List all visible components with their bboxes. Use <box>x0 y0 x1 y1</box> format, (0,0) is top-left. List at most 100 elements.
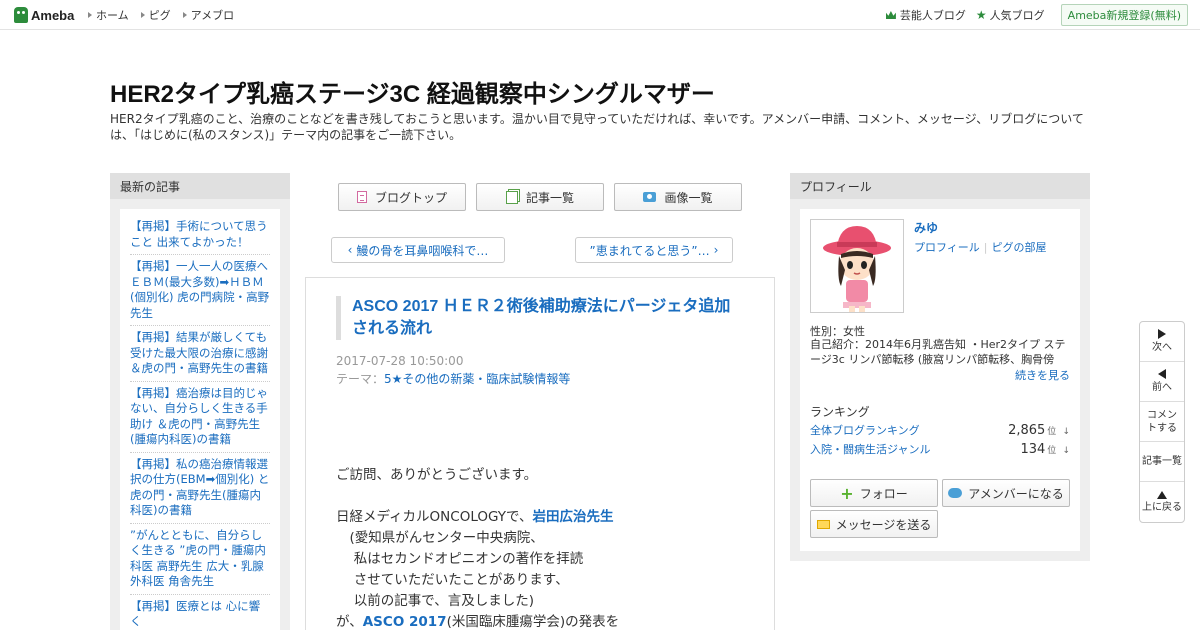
ranking-row: 全体ブログランキング 2,865 位 ↓ <box>810 422 1070 438</box>
main-column: ブログトップ 記事一覧 画像一覧 ‹ 鰻の骨を耳鼻咽喉科で… ”恵まれてると思う… <box>305 173 775 630</box>
nav-ameblo-label: アメブロ <box>190 9 235 22</box>
arrow-down-icon: ↓ <box>1062 427 1070 437</box>
rail-article-list-button[interactable]: 記事一覧 <box>1140 442 1184 482</box>
genre-ranking-link[interactable]: 入院・闘病生活ジャンル <box>810 441 930 457</box>
link-separator: | <box>983 241 988 254</box>
recent-articles-list: 【再掲】手術について思うこと 出来てよかった！ 【再掲】一人一人の医療へ ＥＢＭ… <box>120 209 280 630</box>
recent-article-link[interactable]: 【再掲】一人一人の医療へ ＥＢＭ(最大多数)➡ＨＢＭ(個別化) 虎の門病院・高野… <box>130 259 270 326</box>
article-line: 日経メディカルONCOLOGYで、岩田広治先生 <box>336 507 756 528</box>
play-right-icon <box>1158 329 1166 339</box>
article-line: 以前の記事で、言及しました) <box>336 593 535 609</box>
popular-blog-label: 人気ブログ <box>989 9 1045 22</box>
nav-ameblo[interactable]: アメブロ <box>182 7 235 23</box>
pigg-room-link[interactable]: ピグの部屋 <box>992 241 1047 254</box>
read-more-link[interactable]: 続きを見る <box>1015 367 1070 383</box>
global-nav: ホーム ピグ アメブロ <box>88 0 246 30</box>
caret-right-icon <box>182 12 187 18</box>
recent-article-link[interactable]: 【再掲】医療とは 心に響く <box>130 599 270 630</box>
ranking-heading: ランキング <box>810 405 870 419</box>
prev-article-link[interactable]: ‹ 鰻の骨を耳鼻咽喉科で… <box>331 237 505 263</box>
article-line: が、ASCO 2017(米国臨床腫瘍学会)の発表を <box>336 612 756 630</box>
image-list-label: 画像一覧 <box>664 190 713 205</box>
recent-articles-heading: 最新の記事 <box>110 173 290 199</box>
mail-icon <box>816 519 830 529</box>
ranking-number: 2,865 <box>1008 423 1046 438</box>
rail-next-label: 次へ <box>1152 342 1172 353</box>
ranking-number: 134 <box>1020 442 1046 457</box>
nav-pigg-label: ピグ <box>148 9 171 22</box>
rail-article-list-label: 記事一覧 <box>1142 456 1182 467</box>
article-title[interactable]: ASCO 2017 ＨＥＲ２術後補助療法にパージェタ追加される流れ <box>336 296 736 340</box>
ranking-row: 入院・闘病生活ジャンル 134 位 ↓ <box>810 441 1070 457</box>
arrow-up-icon <box>1157 490 1167 499</box>
crown-icon <box>885 11 896 19</box>
rail-next-button[interactable]: 次へ <box>1140 322 1184 362</box>
chevron-left-icon: ‹ <box>347 243 353 257</box>
star-icon: ★ <box>975 8 987 22</box>
plus-icon: + <box>840 483 854 503</box>
next-article-link[interactable]: ”恵まれてると思う”… › <box>575 237 733 263</box>
blog-description: HER2タイプ乳癌のこと、治療のことなどを書き残しておこうと思います。温かい目で… <box>110 112 1084 142</box>
popular-blog-link[interactable]: ★ 人気ブログ <box>976 7 1045 23</box>
amember-button[interactable]: アメンバーになる <box>942 479 1070 507</box>
rail-comment-label: コメントする <box>1147 409 1177 434</box>
next-article-label: ”恵まれてると思う”… <box>589 243 710 258</box>
send-message-label: メッセージを送る <box>835 517 932 532</box>
camera-icon <box>643 192 657 202</box>
article-list-button[interactable]: 記事一覧 <box>476 183 604 211</box>
article-line: させていただいたことがあります、 <box>336 572 569 588</box>
article-theme: テーマ：5★その他の新薬・臨床試験情報等 <box>336 370 570 387</box>
avatar[interactable] <box>810 219 904 313</box>
image-list-button[interactable]: 画像一覧 <box>614 183 742 211</box>
profile-link[interactable]: プロフィール <box>914 241 980 254</box>
article-line <box>336 444 756 465</box>
rail-comment-button[interactable]: コメントする <box>1140 402 1184 442</box>
article-highlight: 岩田広治先生 <box>532 509 614 525</box>
profile-intro: 自己紹介：2014年6月乳癌告知 ・Her2タイプ ステージ3c リンパ節転移 … <box>810 338 1066 366</box>
profile-name[interactable]: みゆ <box>914 219 938 236</box>
overall-ranking-link[interactable]: 全体ブログランキング <box>810 422 920 438</box>
caret-right-icon <box>140 12 145 18</box>
play-left-icon <box>1158 369 1166 379</box>
rail-prev-button[interactable]: 前へ <box>1140 362 1184 402</box>
article-line: (愛知県がんセンター中央病院、 <box>336 530 544 546</box>
nav-home[interactable]: ホーム <box>88 7 129 23</box>
recent-article-link[interactable]: 【再掲】結果が厳しくても受けた最大限の治療に感謝 ＆虎の門・高野先生の書籍 <box>130 330 270 382</box>
theme-link[interactable]: 5★その他の新薬・臨床試験情報等 <box>384 372 570 386</box>
recent-article-link[interactable]: ”がんとともに、自分らしく生きる ”虎の門・腫瘍内科医 高野先生 広大・乳腺外科… <box>130 528 270 595</box>
ameba-logo[interactable]: Ameba <box>14 6 74 24</box>
rail-prev-label: 前へ <box>1152 382 1172 393</box>
rail-back-to-top-button[interactable]: 上に戻る <box>1140 482 1184 522</box>
register-button[interactable]: Ameba新規登録(無料) <box>1060 4 1188 26</box>
send-message-button[interactable]: メッセージを送る <box>810 510 938 538</box>
follow-button[interactable]: + フォロー <box>810 479 938 507</box>
nav-pigg[interactable]: ピグ <box>140 7 171 23</box>
article-date: 2017-07-28 10:50:00 <box>336 354 464 368</box>
celebrity-blog-label: 芸能人ブログ <box>899 9 966 22</box>
global-header: Ameba ホーム ピグ アメブロ 芸能人ブログ ★ 人気ブログ Ameba新規登… <box>0 0 1200 30</box>
article-list-label: 記事一覧 <box>525 190 574 205</box>
speech-bubble-icon <box>948 488 963 498</box>
celebrity-blog-link[interactable]: 芸能人ブログ <box>885 7 966 23</box>
avatar-illustration <box>811 220 903 312</box>
arrow-down-icon: ↓ <box>1062 446 1070 456</box>
amember-label: アメンバーになる <box>968 486 1064 501</box>
recent-article-link[interactable]: 【再掲】私の癌治療情報選択の仕方(EBM➡個別化) と虎の門・高野先生(腫瘍内科… <box>130 457 270 524</box>
blog-top-button[interactable]: ブログトップ <box>338 183 466 211</box>
article: ASCO 2017 ＨＥＲ２術後補助療法にパージェタ追加される流れ 2017-0… <box>305 277 775 630</box>
list-icon <box>505 190 518 204</box>
article-text: が、 <box>336 614 363 630</box>
blog-title[interactable]: HER2タイプ乳癌ステージ3C 経過観察中シングルマザー <box>110 74 1090 109</box>
ranking-unit: 位 <box>1047 427 1057 437</box>
header-right: 芸能人ブログ ★ 人気ブログ Ameba新規登録(無料) <box>876 0 1188 30</box>
recent-article-link[interactable]: 【再掲】手術について思うこと 出来てよかった！ <box>130 219 270 255</box>
ranking-value: 134 位 ↓ <box>1020 442 1070 457</box>
article-line: 私はセカンドオピニオンの著作を拝読 <box>336 551 584 567</box>
article-text: 日経メディカルONCOLOGYで、 <box>336 509 533 525</box>
article-highlight: ASCO 2017 <box>362 614 447 630</box>
left-sidebar: 最新の記事 【再掲】手術について思うこと 出来てよかった！ 【再掲】一人一人の医… <box>110 173 290 630</box>
floating-nav: 次へ 前へ コメントする 記事一覧 上に戻る <box>1139 321 1185 523</box>
recent-article-link[interactable]: 【再掲】癌治療は目的じゃない、自分らしく生きる手助け ＆虎の門・高野先生(腫瘍内… <box>130 386 270 453</box>
nav-home-label: ホーム <box>96 9 129 22</box>
ranking-value: 2,865 位 ↓ <box>1008 423 1070 438</box>
